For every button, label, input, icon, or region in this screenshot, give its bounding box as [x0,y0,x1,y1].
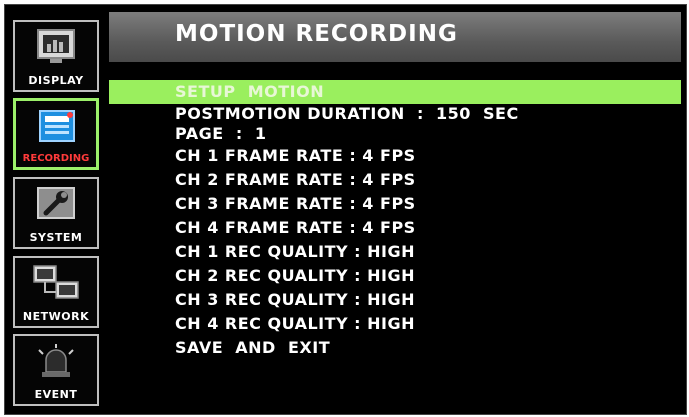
menu-item-save-and-exit[interactable]: SAVE AND EXIT [109,336,681,360]
sidebar-item-system[interactable]: SYSTEM [13,177,99,249]
menu-item-ch1-rec-quality[interactable]: CH 1 REC QUALITY : HIGH [109,240,681,264]
settings-menu: SETUP MOTION POSTMOTION DURATION : 150 S… [109,80,681,360]
network-icon [33,265,79,299]
menu-item-ch2-frame-rate[interactable]: CH 2 FRAME RATE : 4 FPS [109,168,681,192]
sidebar-item-label: RECORDING [22,153,90,164]
display-icon [37,29,75,63]
menu-item-ch4-frame-rate[interactable]: CH 4 FRAME RATE : 4 FPS [109,216,681,240]
menu-item-page[interactable]: PAGE : 1 [109,124,681,144]
menu-item-postmotion-duration[interactable]: POSTMOTION DURATION : 150 SEC [109,104,681,124]
recording-icon [39,110,75,142]
menu-item-ch4-rec-quality[interactable]: CH 4 REC QUALITY : HIGH [109,312,681,336]
header-bar: MOTION RECORDING [109,12,681,62]
sidebar-item-event[interactable]: EVENT [13,334,99,406]
event-icon [38,344,74,377]
sidebar: DISPLAY RECORDING SYSTEM NETWORK EVENT [9,12,103,410]
sidebar-item-label: DISPLAY [28,74,84,87]
sidebar-item-recording[interactable]: RECORDING [13,98,99,170]
page-title: MOTION RECORDING [175,21,458,47]
sidebar-item-network[interactable]: NETWORK [13,256,99,328]
sidebar-item-label: EVENT [34,388,78,401]
menu-item-setup-motion[interactable]: SETUP MOTION [109,80,681,104]
system-icon [37,187,75,219]
menu-item-ch1-frame-rate[interactable]: CH 1 FRAME RATE : 4 FPS [109,144,681,168]
menu-item-ch3-rec-quality[interactable]: CH 3 REC QUALITY : HIGH [109,288,681,312]
sidebar-item-display[interactable]: DISPLAY [13,20,99,92]
menu-item-ch2-rec-quality[interactable]: CH 2 REC QUALITY : HIGH [109,264,681,288]
menu-item-ch3-frame-rate[interactable]: CH 3 FRAME RATE : 4 FPS [109,192,681,216]
main-panel: MOTION RECORDING SETUP MOTION POSTMOTION… [109,12,681,410]
sidebar-item-label: NETWORK [22,310,90,323]
sidebar-item-label: SYSTEM [29,231,83,244]
